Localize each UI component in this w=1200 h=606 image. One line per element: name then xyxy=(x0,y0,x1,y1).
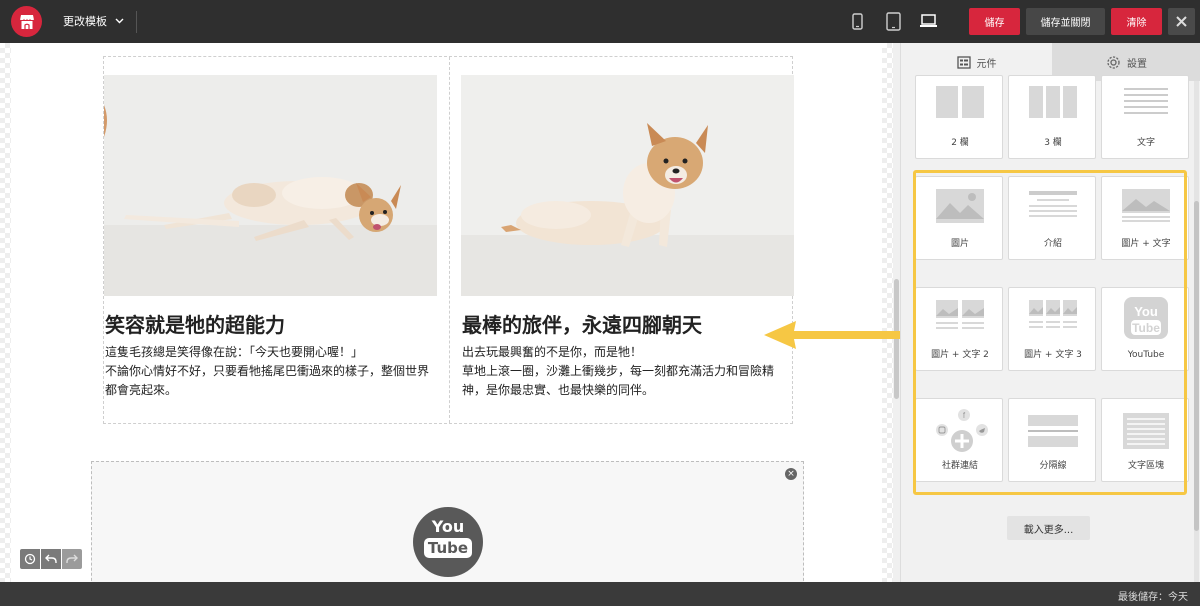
text-icon xyxy=(1102,86,1190,118)
tile-label: 圖片 + 文字 2 xyxy=(931,350,989,360)
arrow-indicator xyxy=(764,321,900,349)
top-bar: 更改模板 儲存 儲存並關閉 清除 xyxy=(0,0,1200,43)
history-button[interactable] xyxy=(20,549,40,569)
card-title[interactable]: 笑容就是牠的超能力 xyxy=(105,309,285,338)
divider-icon xyxy=(1009,415,1097,447)
tile-label: 社群連結 xyxy=(941,461,978,471)
tile-divider[interactable]: 分隔線 xyxy=(1008,398,1096,482)
elements-panel: 元件 設置 2 欄 3 欄 文字 圖片 介紹 圖片 + 文字 圖片 + 文字 2… xyxy=(900,43,1200,582)
redo-icon xyxy=(66,554,78,563)
image-text-icon xyxy=(1102,189,1190,223)
tile-social-links[interactable]: f 社群連結 xyxy=(915,398,1003,482)
tile-label: 圖片 xyxy=(950,239,969,249)
editor-canvas[interactable]: 笑容就是牠的超能力 這隻毛孩總是笑得像在說：「今天也要開心喔！」 不論你心情好不… xyxy=(0,43,900,582)
last-saved-status: 最後儲存：今天 xyxy=(1118,592,1188,603)
tab-elements-label: 元件 xyxy=(976,58,997,70)
panel-scrollbar[interactable] xyxy=(1194,81,1199,582)
column-divider xyxy=(449,57,450,423)
change-template-label: 更改模板 xyxy=(63,15,107,28)
load-more-button[interactable]: 載入更多... xyxy=(1007,516,1090,540)
tile-three-column[interactable]: 3 欄 xyxy=(1008,75,1096,159)
card-title[interactable]: 最棒的旅伴，永遠四腳朝天 xyxy=(462,309,702,338)
image-text-3-icon xyxy=(1009,300,1097,334)
tile-label: 圖片 + 文字 3 xyxy=(1024,350,1082,360)
social-links-icon: f xyxy=(916,407,1004,453)
youtube-icon: You Tube xyxy=(1102,296,1190,340)
clear-button[interactable]: 清除 xyxy=(1111,8,1162,35)
undo-icon xyxy=(45,554,57,563)
two-column-block[interactable]: 笑容就是牠的超能力 這隻毛孩總是笑得像在說：「今天也要開心喔！」 不論你心情好不… xyxy=(103,56,795,424)
text-block-icon xyxy=(1102,413,1190,449)
tile-label: 圖片 + 文字 xyxy=(1121,239,1171,249)
save-and-close-button[interactable]: 儲存並關閉 xyxy=(1026,8,1105,35)
history-icon xyxy=(24,553,36,565)
tile-youtube[interactable]: You Tube YouTube xyxy=(1101,287,1189,371)
close-icon xyxy=(1176,16,1187,27)
intro-icon xyxy=(1009,189,1097,223)
tile-label: 分隔線 xyxy=(1039,461,1067,471)
remove-block-icon[interactable]: × xyxy=(785,468,797,480)
tablet-view-icon[interactable] xyxy=(884,10,902,32)
panel-scrollbar-thumb[interactable] xyxy=(1194,201,1199,531)
change-template-dropdown[interactable]: 更改模板 xyxy=(63,13,124,29)
youtube-logo-icon: You Tube xyxy=(413,507,483,577)
tile-text[interactable]: 文字 xyxy=(1101,75,1189,159)
tile-label: YouTube xyxy=(1127,350,1165,360)
tile-label: 3 欄 xyxy=(1044,138,1062,148)
tile-image-text-3[interactable]: 圖片 + 文字 3 xyxy=(1008,287,1096,371)
youtube-block[interactable]: × You Tube xyxy=(91,461,804,582)
redo-button[interactable] xyxy=(62,549,82,569)
tile-label: 文字區塊 xyxy=(1127,461,1164,471)
tile-label: 2 欄 xyxy=(951,138,969,148)
canvas-scrollbar[interactable] xyxy=(893,43,900,582)
save-button[interactable]: 儲存 xyxy=(969,8,1020,35)
elements-icon xyxy=(956,55,971,69)
tile-text-block[interactable]: 文字區塊 xyxy=(1101,398,1189,482)
card-description[interactable]: 出去玩最興奮的不是你，而是牠！ 草地上滾一圈，沙灘上衝幾步，每一刻都充滿活力和冒… xyxy=(462,343,795,400)
card-description[interactable]: 這隻毛孩總是笑得像在說：「今天也要開心喔！」 不論你心情好不好，只要看牠搖尾巴衝… xyxy=(105,343,438,400)
dog-photo-2[interactable] xyxy=(461,75,794,296)
tile-image-text-2[interactable]: 圖片 + 文字 2 xyxy=(915,287,1003,371)
history-controls xyxy=(20,549,82,569)
undo-button[interactable] xyxy=(41,549,61,569)
image-icon xyxy=(916,189,1004,223)
dog-photo-1[interactable] xyxy=(104,75,437,296)
svg-text:Tube: Tube xyxy=(1132,321,1160,335)
status-bar: 最後儲存：今天 xyxy=(0,582,1200,606)
youtube-logo-top: You xyxy=(431,517,465,536)
svg-text:You: You xyxy=(1134,304,1158,319)
two-column-icon xyxy=(916,86,1004,118)
desktop-view-icon[interactable] xyxy=(918,10,938,32)
tile-intro[interactable]: 介紹 xyxy=(1008,176,1096,260)
tab-settings-label: 設置 xyxy=(1127,58,1147,70)
canvas-margin xyxy=(0,43,11,582)
close-button[interactable] xyxy=(1168,8,1195,35)
store-logo-icon[interactable] xyxy=(11,6,42,37)
gear-icon xyxy=(1107,55,1120,69)
divider xyxy=(136,11,137,33)
youtube-logo-bottom: Tube xyxy=(423,538,473,558)
image-text-2-icon xyxy=(916,300,1004,334)
tile-image-text[interactable]: 圖片 + 文字 xyxy=(1101,176,1189,260)
mobile-view-icon[interactable] xyxy=(851,10,863,32)
chevron-down-icon xyxy=(115,18,124,24)
canvas-margin xyxy=(882,43,893,582)
tile-label: 文字 xyxy=(1136,138,1155,148)
tile-two-column[interactable]: 2 欄 xyxy=(915,75,1003,159)
tile-label: 介紹 xyxy=(1043,239,1062,249)
three-column-icon xyxy=(1009,86,1097,118)
tile-image[interactable]: 圖片 xyxy=(915,176,1003,260)
